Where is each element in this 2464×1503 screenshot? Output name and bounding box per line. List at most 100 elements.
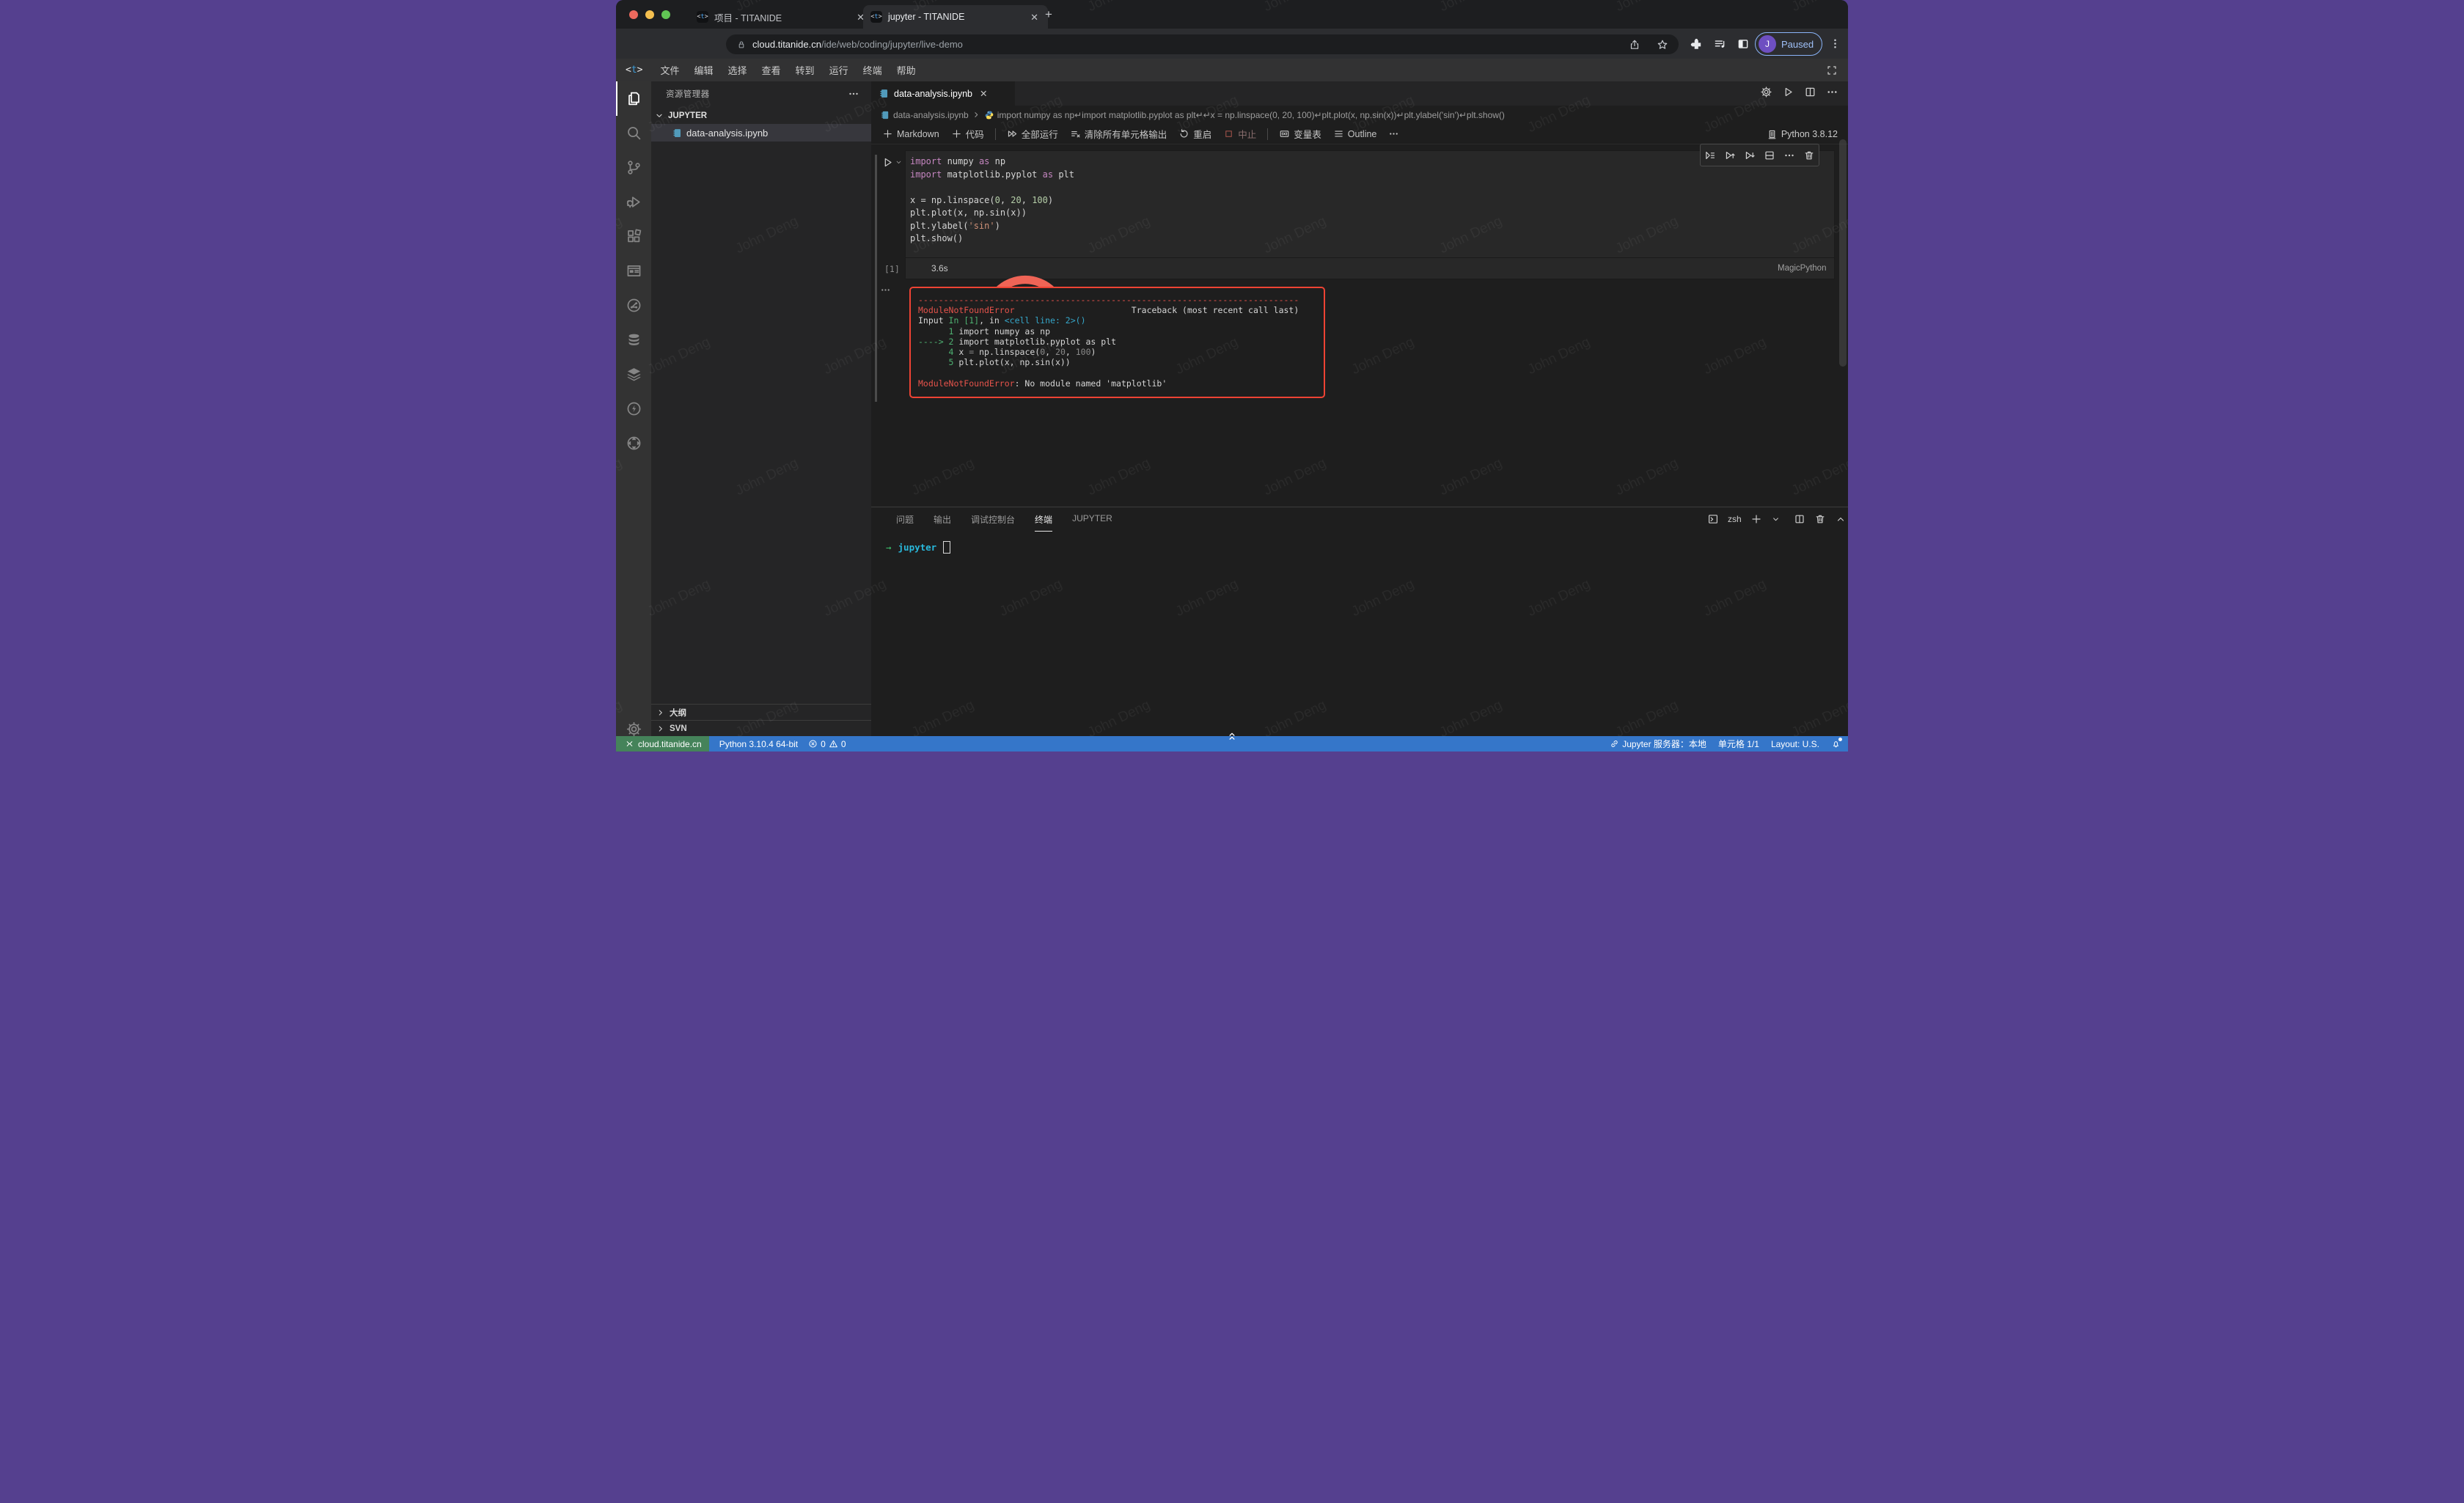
shell-name[interactable]: zsh [1728, 514, 1742, 524]
restart-button[interactable]: 重启 [1173, 125, 1217, 143]
panel-tab-debug-console[interactable]: 调试控制台 [971, 513, 1015, 532]
macos-close-button[interactable] [629, 10, 638, 19]
panel-tab-output[interactable]: 输出 [934, 513, 951, 532]
activity-preview-icon[interactable] [616, 254, 651, 288]
activity-source-control-icon[interactable] [616, 150, 651, 185]
extensions-puzzle-icon[interactable] [1690, 37, 1703, 51]
notebook-file-icon [880, 110, 890, 120]
panel-expand-chevron[interactable] [1223, 730, 1241, 743]
address-bar[interactable]: cloud.titanide.cn/ide/web/coding/jupyter… [726, 34, 1679, 54]
chevron-down-icon [654, 111, 664, 121]
side-panel-icon[interactable] [1737, 37, 1750, 51]
add-code-button[interactable]: 代码 [946, 125, 989, 143]
macos-minimize-button[interactable] [645, 10, 654, 19]
breadcrumb[interactable]: data-analysis.ipynb import numpy as np↵i… [871, 106, 1848, 124]
run-cell-button[interactable] [881, 156, 903, 169]
activity-share-icon[interactable] [616, 288, 651, 323]
panel-tab-problems[interactable]: 问题 [896, 513, 914, 532]
browser-tab-jupyter[interactable]: <t> jupyter - TITANIDE ✕ [863, 5, 1048, 29]
sidebar-item-notebook-file[interactable]: data-analysis.ipynb [651, 124, 871, 142]
cell-more-actions-icon[interactable] [1783, 150, 1795, 161]
delete-cell-icon[interactable] [1803, 150, 1815, 161]
split-cell-icon[interactable] [1764, 150, 1775, 161]
activity-run-debug-icon[interactable] [616, 185, 651, 219]
menu-selection[interactable]: 选择 [721, 60, 755, 80]
cell-language-label[interactable]: MagicPython [1778, 264, 1826, 273]
tab-close-icon[interactable]: ✕ [1028, 12, 1041, 23]
activity-layers-icon[interactable] [616, 357, 651, 392]
editor-tab-close-icon[interactable]: ✕ [980, 88, 987, 99]
python-interpreter[interactable]: Python 3.10.4 64-bit [719, 739, 798, 749]
editor-more-actions-icon[interactable] [1826, 86, 1838, 98]
fullscreen-icon[interactable] [1826, 65, 1838, 76]
editor-scrollbar[interactable] [1839, 139, 1847, 367]
sidebar-more-actions-icon[interactable] [848, 88, 859, 100]
sidebar-section-jupyter[interactable]: JUPYTER [654, 108, 871, 124]
kernel-picker[interactable]: Python 3.8.12 [1767, 124, 1838, 144]
kill-terminal-icon[interactable] [1814, 513, 1826, 525]
activity-remote-target-icon[interactable] [616, 426, 651, 460]
maximize-panel-icon[interactable] [1835, 513, 1847, 525]
editor-tab-notebook[interactable]: data-analysis.ipynb ✕ [871, 81, 1015, 106]
split-editor-icon[interactable] [1804, 86, 1816, 98]
browser-menu-kebab-icon[interactable] [1829, 37, 1841, 50]
titanide-logo: <t> [626, 65, 642, 76]
menu-edit[interactable]: 编辑 [687, 60, 721, 80]
activity-power-icon[interactable] [616, 392, 651, 426]
notebook-toolbar: Markdown 代码 全部运行 清除所有单元格输出 重启 中止 变量表 Out… [871, 124, 1848, 144]
browser-tab-project[interactable]: <t> 项目 - TITANIDE ✕ [689, 5, 874, 29]
sidebar-section-outline[interactable]: 大纲 [651, 704, 871, 720]
activity-database-icon[interactable] [616, 323, 651, 357]
panel-tab-jupyter[interactable]: JUPYTER [1072, 513, 1112, 532]
outline-button[interactable]: Outline [1328, 126, 1382, 142]
media-playlist-icon[interactable] [1713, 37, 1726, 51]
remote-indicator[interactable]: cloud.titanide.cn [616, 736, 709, 752]
execute-by-line-icon[interactable] [1704, 150, 1716, 161]
terminal-shell-icon[interactable] [1707, 513, 1719, 525]
bookmark-star-icon[interactable] [1657, 39, 1668, 51]
run-all-button[interactable]: 全部运行 [1002, 125, 1063, 143]
macos-zoom-button[interactable] [661, 10, 670, 19]
menu-help[interactable]: 帮助 [890, 60, 923, 80]
profile-paused-button[interactable]: J Paused [1755, 32, 1822, 56]
panel-tab-terminal[interactable]: 终端 [1035, 513, 1052, 532]
terminal-dropdown-chevron-icon[interactable] [1771, 515, 1781, 524]
run-all-play-icon[interactable] [1782, 86, 1794, 98]
new-tab-button[interactable]: + [1045, 7, 1052, 22]
split-terminal-icon[interactable] [1794, 513, 1805, 525]
run-below-icon[interactable] [1744, 150, 1756, 161]
menu-run[interactable]: 运行 [822, 60, 856, 80]
output-collapse-icon[interactable] [880, 284, 891, 295]
share-icon[interactable] [1629, 39, 1640, 51]
menu-file[interactable]: 文件 [653, 60, 686, 80]
new-terminal-icon[interactable] [1750, 513, 1762, 525]
activity-search-icon[interactable] [616, 116, 651, 150]
editor-tab-bar [871, 81, 1848, 106]
code-cell-source[interactable]: import numpy as npimport matplotlib.pypl… [910, 155, 1074, 246]
menu-terminal[interactable]: 终端 [856, 60, 890, 80]
cell-indicator[interactable]: 单元格 1/1 [1718, 738, 1759, 750]
interrupt-button[interactable]: 中止 [1218, 125, 1261, 143]
menu-view[interactable]: 查看 [755, 60, 788, 80]
notebook-settings-gear-icon[interactable] [1760, 86, 1772, 98]
menu-goto[interactable]: 转到 [788, 60, 822, 80]
activity-extensions-icon[interactable] [616, 219, 651, 254]
cell-toolbar [1700, 144, 1819, 166]
sidebar-title: 资源管理器 [666, 88, 710, 100]
editor-actions [1760, 86, 1838, 98]
clear-outputs-button[interactable]: 清除所有单元格输出 [1065, 125, 1173, 143]
run-above-icon[interactable] [1724, 150, 1736, 161]
sidebar-section-svn[interactable]: SVN [651, 720, 871, 736]
notifications-bell[interactable] [1831, 739, 1841, 749]
bottom-panel [871, 507, 1848, 737]
terminal-prompt-line[interactable]: → jupyter [886, 541, 950, 554]
jupyter-server-indicator[interactable]: Jupyter 服务器：本地 [1610, 738, 1706, 750]
activity-explorer-icon[interactable] [616, 81, 651, 116]
variables-button[interactable]: 变量表 [1274, 125, 1327, 143]
link-icon [1610, 739, 1619, 749]
avatar: J [1759, 35, 1776, 53]
layout-indicator[interactable]: Layout: U.S. [1771, 739, 1819, 749]
toolbar-more-icon[interactable] [1383, 126, 1404, 142]
add-markdown-button[interactable]: Markdown [877, 126, 945, 142]
problems-counts[interactable]: 0 0 [808, 739, 846, 749]
